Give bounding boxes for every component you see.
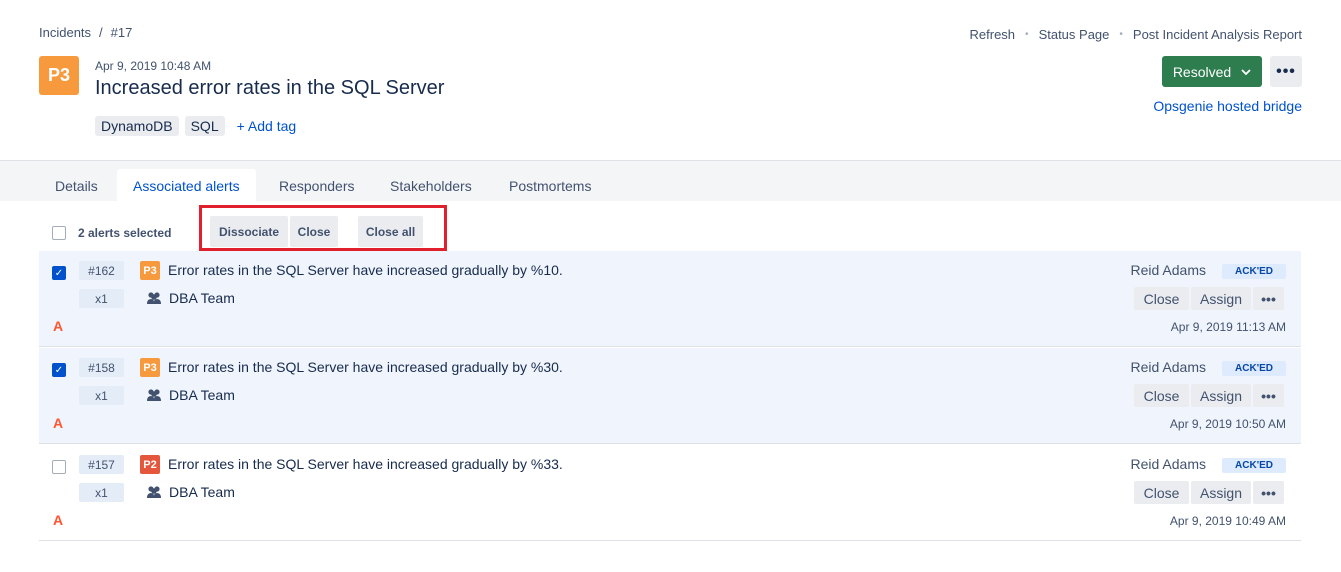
alert-more-button[interactable]: •••: [1253, 287, 1284, 310]
tab-associated-alerts[interactable]: Associated alerts: [117, 169, 256, 202]
alert-more-button[interactable]: •••: [1253, 481, 1284, 504]
alert-time: Apr 9, 2019 10:49 AM: [1169, 514, 1286, 528]
alert-team: DBA Team: [146, 387, 235, 403]
post-incident-report-link[interactable]: Post Incident Analysis Report: [1133, 27, 1302, 42]
team-name: DBA Team: [169, 290, 235, 306]
alert-more-button[interactable]: •••: [1253, 384, 1284, 407]
breadcrumb: Incidents / #17: [39, 25, 132, 40]
tag[interactable]: SQL: [184, 116, 225, 136]
team-icon: [147, 292, 161, 304]
team-name: DBA Team: [169, 387, 235, 403]
team-icon: [147, 389, 161, 401]
team-icon: [147, 486, 161, 498]
integration-icon: A: [53, 512, 64, 528]
alert-time: Apr 9, 2019 10:50 AM: [1169, 417, 1286, 431]
breadcrumb-incidents[interactable]: Incidents: [39, 25, 91, 40]
alert-message[interactable]: Error rates in the SQL Server have incre…: [168, 359, 563, 375]
status-badge: ACK'ED: [1222, 264, 1286, 279]
alert-checkbox[interactable]: ✓: [52, 363, 66, 377]
more-actions-button[interactable]: •••: [1270, 56, 1302, 87]
integration-icon: A: [53, 415, 64, 431]
tab-postmortems[interactable]: Postmortems: [493, 169, 607, 202]
tab-responders[interactable]: Responders: [263, 169, 371, 202]
alert-owner: Reid Adams: [1130, 456, 1206, 472]
select-all-checkbox[interactable]: [52, 226, 66, 240]
alert-id[interactable]: #162: [79, 261, 124, 280]
refresh-link[interactable]: Refresh: [970, 27, 1016, 42]
page-title: Increased error rates in the SQL Server: [95, 77, 445, 99]
add-tag-link[interactable]: + Add tag: [237, 118, 297, 134]
more-icon: •••: [1261, 290, 1276, 307]
close-selected-button[interactable]: Close: [290, 216, 338, 247]
integration-icon: A: [53, 318, 64, 334]
top-links: Refresh • Status Page • Post Incident An…: [970, 27, 1302, 42]
dot-separator: •: [1119, 29, 1123, 40]
alert-team: DBA Team: [146, 484, 235, 500]
dissociate-button[interactable]: Dissociate: [210, 216, 288, 247]
alert-count: x1: [79, 483, 124, 502]
assign-button[interactable]: Assign: [1191, 384, 1251, 407]
selection-toolbar: 2 alerts selected: [52, 226, 171, 240]
status-badge: ACK'ED: [1222, 458, 1286, 473]
status-label: Resolved: [1172, 63, 1232, 80]
alert-priority-badge: P3: [140, 261, 160, 280]
alert-priority-badge: P2: [140, 455, 160, 474]
alert-owner: Reid Adams: [1130, 359, 1206, 375]
close-alert-button[interactable]: Close: [1134, 287, 1189, 310]
close-all-button[interactable]: Close all: [358, 216, 423, 247]
tab-details[interactable]: Details: [39, 169, 114, 202]
alert-checkbox[interactable]: ✓: [52, 266, 66, 280]
breadcrumb-current[interactable]: #17: [111, 25, 133, 40]
alert-checkbox[interactable]: [52, 460, 66, 474]
assign-button[interactable]: Assign: [1191, 481, 1251, 504]
tab-stakeholders[interactable]: Stakeholders: [374, 169, 488, 202]
alert-row[interactable]: #157 x1 P2 Error rates in the SQL Server…: [39, 445, 1301, 541]
alert-owner: Reid Adams: [1130, 262, 1206, 278]
close-alert-button[interactable]: Close: [1134, 384, 1189, 407]
selection-count: 2 alerts selected: [78, 226, 172, 240]
tag-list: DynamoDB SQL + Add tag: [95, 116, 296, 136]
status-dropdown-button[interactable]: Resolved: [1162, 56, 1262, 87]
alert-message[interactable]: Error rates in the SQL Server have incre…: [168, 262, 563, 278]
alert-team: DBA Team: [146, 290, 235, 306]
incident-priority-badge: P3: [39, 56, 79, 95]
team-name: DBA Team: [169, 484, 235, 500]
alert-time: Apr 9, 2019 11:13 AM: [1170, 320, 1286, 334]
status-page-link[interactable]: Status Page: [1039, 27, 1110, 42]
alert-priority-badge: P3: [140, 358, 160, 377]
alert-count: x1: [79, 386, 124, 405]
status-badge: ACK'ED: [1222, 361, 1286, 376]
more-icon: •••: [1261, 387, 1276, 404]
close-alert-button[interactable]: Close: [1134, 481, 1189, 504]
breadcrumb-separator: /: [99, 25, 103, 40]
tab-bar: Details Associated alerts Responders Sta…: [0, 160, 1341, 202]
alert-id[interactable]: #158: [79, 358, 124, 377]
more-icon: •••: [1276, 62, 1296, 80]
incident-date: Apr 9, 2019 10:48 AM: [95, 59, 212, 73]
more-icon: •••: [1261, 484, 1276, 501]
alert-row[interactable]: ✓ #162 x1 P3 Error rates in the SQL Serv…: [39, 251, 1301, 347]
alert-count: x1: [79, 289, 124, 308]
alert-message[interactable]: Error rates in the SQL Server have incre…: [168, 456, 563, 472]
tag[interactable]: DynamoDB: [95, 116, 179, 136]
alert-id[interactable]: #157: [79, 455, 124, 474]
chevron-down-icon: [1241, 68, 1251, 75]
hosted-bridge-link[interactable]: Opsgenie hosted bridge: [1153, 98, 1302, 114]
dot-separator: •: [1025, 29, 1029, 40]
assign-button[interactable]: Assign: [1191, 287, 1251, 310]
alert-row[interactable]: ✓ #158 x1 P3 Error rates in the SQL Serv…: [39, 348, 1301, 444]
